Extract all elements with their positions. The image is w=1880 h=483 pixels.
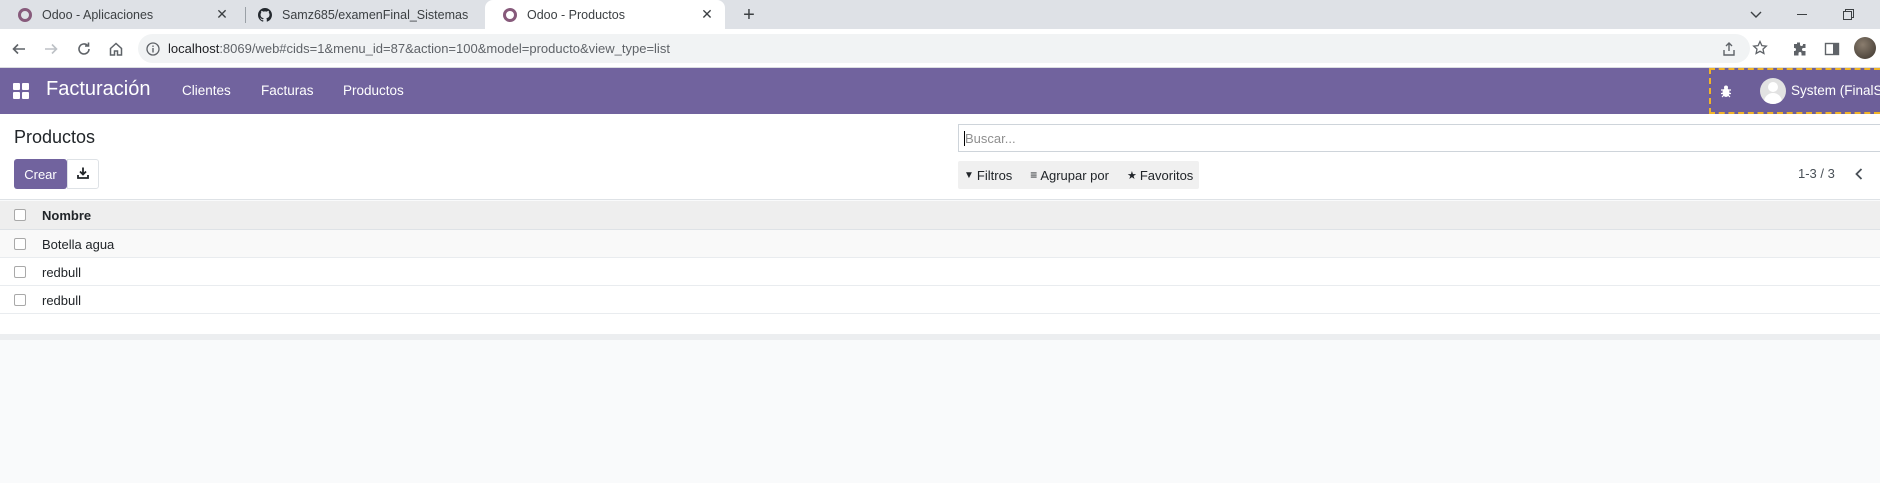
list-view: Nombre Botella agua redbull redbull <box>0 201 1880 340</box>
home-icon[interactable] <box>105 38 127 60</box>
user-avatar[interactable] <box>1760 78 1786 104</box>
site-info-icon[interactable] <box>138 41 168 56</box>
table-row[interactable]: redbull <box>0 258 1880 286</box>
extensions-icon[interactable] <box>1788 38 1810 60</box>
pager-value[interactable]: 1-3 / 3 <box>1798 166 1835 181</box>
browser-tab-aplicaciones[interactable]: Odoo - Aplicaciones ✕ <box>0 0 240 29</box>
odoo-icon <box>18 7 32 22</box>
menu-item-facturas[interactable]: Facturas <box>261 83 314 98</box>
search-input[interactable] <box>965 130 1880 146</box>
tab-title: Odoo - Aplicaciones <box>42 7 154 22</box>
table-row[interactable]: Botella agua <box>0 230 1880 258</box>
bars-icon: ≡ <box>1030 168 1038 182</box>
cell-nombre: Botella agua <box>42 237 115 252</box>
text-caret <box>964 131 965 146</box>
filter-icon: ▼ <box>964 169 974 181</box>
search-options: ▼ Filtros ≡ Agrupar por ★ Favoritos <box>958 161 1200 189</box>
close-icon[interactable]: ✕ <box>214 6 230 23</box>
download-icon <box>77 167 89 182</box>
group-by-button[interactable]: ≡ Agrupar por <box>1030 168 1109 183</box>
url-text: localhost:8069/web#cids=1&menu_id=87&act… <box>168 41 670 56</box>
row-checkbox[interactable] <box>14 266 26 278</box>
forward-icon[interactable] <box>40 38 62 60</box>
group-by-label: Agrupar por <box>1040 167 1109 183</box>
close-icon[interactable]: ✕ <box>699 6 715 23</box>
debug-bug-icon[interactable] <box>1718 83 1734 99</box>
table-row[interactable]: redbull <box>0 286 1880 314</box>
side-panel-icon[interactable] <box>1821 38 1843 60</box>
breadcrumb: Productos <box>14 127 96 147</box>
chevron-left-icon[interactable] <box>1851 164 1867 184</box>
cell-nombre: redbull <box>42 265 82 280</box>
column-header-nombre[interactable]: Nombre <box>42 208 91 223</box>
odoo-navbar: Facturación Clientes Facturas Productos … <box>0 68 1880 114</box>
select-all-checkbox[interactable] <box>14 209 26 221</box>
tab-title: Odoo - Productos <box>527 7 625 22</box>
reload-icon[interactable] <box>73 38 95 60</box>
create-button[interactable]: Crear <box>14 159 67 189</box>
menu-item-clientes[interactable]: Clientes <box>182 83 231 98</box>
filters-button[interactable]: ▼ Filtros <box>964 168 1012 183</box>
tab-search-icon[interactable] <box>1733 0 1779 29</box>
browser-profile-avatar[interactable] <box>1854 37 1876 59</box>
back-icon[interactable] <box>8 38 30 60</box>
row-checkbox[interactable] <box>14 294 26 306</box>
browser-tab-productos[interactable]: Odoo - Productos ✕ <box>485 0 725 29</box>
menu-item-productos[interactable]: Productos <box>343 83 404 98</box>
browser-tab-strip: Odoo - Aplicaciones ✕ Samz685/examenFina… <box>0 0 1880 29</box>
address-bar[interactable]: localhost:8069/web#cids=1&menu_id=87&act… <box>138 34 1750 63</box>
github-icon <box>258 7 272 22</box>
apps-menu-icon[interactable] <box>13 83 29 99</box>
share-icon[interactable] <box>1720 40 1738 58</box>
odoo-icon <box>503 7 517 22</box>
filters-label: Filtros <box>976 167 1013 183</box>
favorites-label: Favoritos <box>1139 167 1194 183</box>
user-menu[interactable]: System (FinalS <box>1791 83 1880 98</box>
app-name[interactable]: Facturación <box>46 78 151 101</box>
list-header: Nombre <box>0 201 1880 230</box>
row-checkbox[interactable] <box>14 238 26 250</box>
bookmark-star-icon[interactable] <box>1749 37 1771 59</box>
url-path: :8069/web#cids=1&menu_id=87&action=100&m… <box>219 41 670 56</box>
tab-title: Samz685/examenFinal_Sistemas <box>282 7 469 22</box>
minimize-button[interactable] <box>1779 0 1825 29</box>
url-host: localhost <box>168 41 220 56</box>
star-icon: ★ <box>1126 169 1137 182</box>
favorites-button[interactable]: ★ Favoritos <box>1127 168 1193 183</box>
cell-nombre: redbull <box>42 293 82 308</box>
browser-tab-github[interactable]: Samz685/examenFinal_Sistemas <box>240 0 485 29</box>
browser-toolbar: localhost:8069/web#cids=1&menu_id=87&act… <box>0 29 1880 68</box>
new-tab-button[interactable]: + <box>736 2 762 28</box>
list-footer <box>0 314 1880 340</box>
control-panel: Productos Crear ▼Filtros ≡Agrupar por ★F… <box>0 114 1880 200</box>
search-bar[interactable] <box>958 124 1880 152</box>
restore-button[interactable] <box>1825 0 1871 29</box>
export-button[interactable] <box>67 159 99 189</box>
